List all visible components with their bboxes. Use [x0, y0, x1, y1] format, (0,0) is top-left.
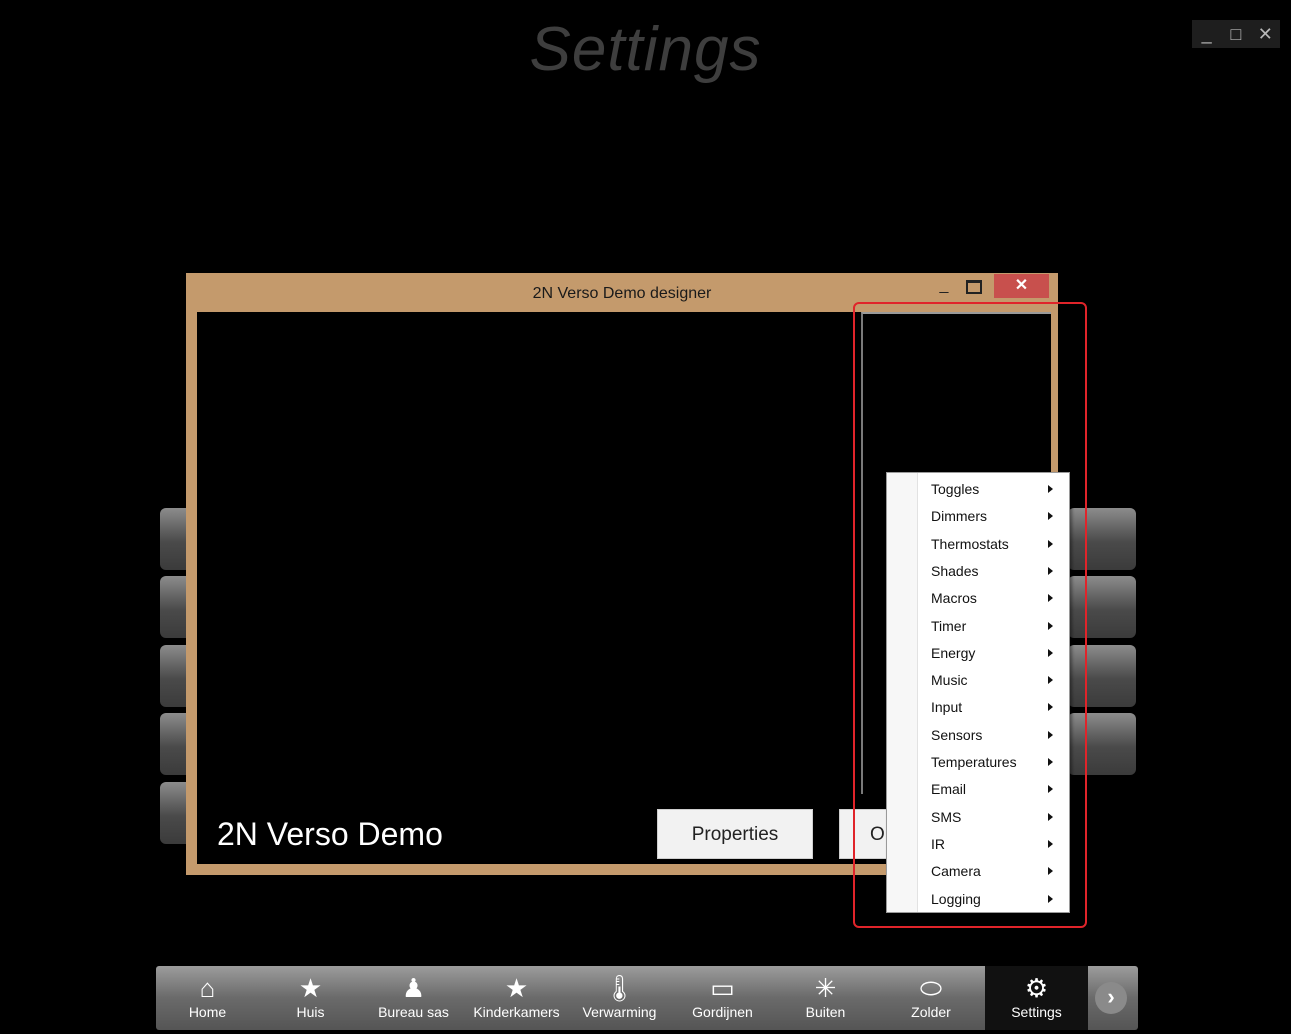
menu-item-toggles[interactable]: Toggles [887, 476, 1069, 503]
menu-item-email[interactable]: Email [887, 776, 1069, 803]
menu-item-label: Thermostats [931, 535, 1009, 552]
app-window: Settings _ □ ✕ 2N Verso Demo designer _ … [0, 0, 1291, 1034]
nav-item-buiten[interactable]: ✳ Buiten [774, 966, 877, 1030]
star-icon: ★ [504, 973, 529, 1003]
house-icon: ⌂ [199, 973, 216, 1003]
menu-item-camera[interactable]: Camera [887, 858, 1069, 885]
dialog-minimize-button[interactable]: _ [934, 277, 954, 297]
submenu-arrow-icon [1048, 703, 1053, 712]
nav-item-kinderkamers[interactable]: ★ Kinderkamers [465, 966, 568, 1030]
menu-item-shades[interactable]: Shades [887, 558, 1069, 585]
submenu-arrow-icon [1048, 839, 1053, 848]
nav-item-home[interactable]: ⌂ Home [156, 966, 259, 1030]
menu-item-label: Timer [931, 617, 967, 634]
nav-item-zolder[interactable]: ⬭ Zolder [877, 966, 985, 1030]
nav-item-settings[interactable]: ⚙ Settings [985, 966, 1088, 1030]
dialog-maximize-button[interactable] [966, 280, 982, 294]
menu-item-label: Input [931, 699, 963, 716]
menu-item-music[interactable]: Music [887, 667, 1069, 694]
submenu-arrow-icon [1048, 539, 1053, 548]
nav-item-label: Gordijnen [692, 1004, 753, 1020]
submenu-arrow-icon [1048, 566, 1053, 575]
person-icon: ♟ [401, 973, 426, 1003]
submenu-arrow-icon [1048, 594, 1053, 603]
submenu-arrow-icon [1048, 730, 1053, 739]
menu-item-label: Logging [931, 890, 981, 907]
nav-item-label: Zolder [911, 1004, 951, 1020]
menu-item-label: Camera [931, 863, 981, 880]
menu-item-label: Macros [931, 590, 977, 607]
minimize-button[interactable]: _ [1195, 24, 1219, 45]
submenu-arrow-icon [1048, 621, 1053, 630]
close-button[interactable]: ✕ [1253, 24, 1277, 45]
menu-item-sms[interactable]: SMS [887, 804, 1069, 831]
nav-item-huis[interactable]: ★ Huis [259, 966, 362, 1030]
nav-item-label: Huis [296, 1004, 325, 1020]
nav-item-verwarming[interactable]: 🌡 Verwarming [568, 966, 671, 1030]
page-title: Settings [529, 15, 762, 84]
menu-item-label: Email [931, 781, 967, 798]
nav-next-button[interactable]: › [1095, 982, 1127, 1014]
bottom-nav: ⌂ Home ★ Huis ♟ Bureau sas ★ Kinderkamers 🌡 Verwa… [156, 966, 1138, 1030]
menu-item-label: Temperatures [931, 754, 1017, 770]
nav-item-label: Buiten [805, 1004, 846, 1020]
submenu-arrow-icon [1048, 894, 1053, 903]
menu-item-input[interactable]: Input [887, 694, 1069, 721]
device-name: 2N Verso Demo [217, 816, 443, 852]
ellipse-icon: ⬭ [919, 973, 943, 1003]
nav-item-gordijnen[interactable]: ▭ Gordijnen [671, 966, 774, 1030]
menu-item-label: Energy [931, 644, 976, 661]
menu-item-label: Sensors [931, 726, 983, 743]
nav-item-label: Verwarming [582, 1004, 657, 1020]
menu-item-label: SMS [931, 808, 962, 825]
menu-item-logging[interactable]: Logging [887, 886, 1069, 913]
submenu-arrow-icon [1048, 676, 1053, 685]
star-icon: ★ [298, 973, 323, 1003]
sun-icon: ✳ [814, 973, 837, 1003]
menu-item-dimmers[interactable]: Dimmers [887, 503, 1069, 530]
menu-item-temperatures[interactable]: Temperatures [887, 749, 1069, 776]
menu-item-label: Music [931, 672, 968, 689]
nav-item-label: Settings [1011, 1004, 1062, 1020]
submenu-arrow-icon [1048, 867, 1053, 876]
submenu-arrow-icon [1048, 758, 1053, 766]
menu-item-label: Toggles [931, 481, 980, 497]
menu-item-timer[interactable]: Timer [887, 613, 1069, 640]
nav-item-label: Bureau sas [378, 1004, 449, 1020]
menu-item-label: Dimmers [931, 508, 987, 525]
context-menu: Toggles Dimmers Thermostats Shades Macros Tim… [886, 472, 1070, 913]
submenu-arrow-icon [1048, 812, 1053, 821]
submenu-arrow-icon [1048, 485, 1053, 493]
dialog-title: 2N Verso Demo designer [532, 285, 712, 302]
menu-item-label: IR [931, 835, 945, 852]
maximize-button[interactable]: □ [1224, 24, 1248, 45]
submenu-arrow-icon [1048, 648, 1053, 657]
submenu-arrow-icon [1048, 785, 1053, 794]
thermometer-icon: 🌡 [602, 973, 636, 1003]
menu-item-ir[interactable]: IR [887, 831, 1069, 858]
nav-item-label: Kinderkamers [473, 1004, 560, 1020]
menu-item-sensors[interactable]: Sensors [887, 722, 1069, 749]
properties-button[interactable]: Properties [657, 809, 813, 859]
nav-item-label: Home [188, 1004, 227, 1020]
menu-item-label: Shades [931, 562, 979, 579]
gear-icon: ⚙ [1024, 973, 1049, 1003]
menu-item-macros[interactable]: Macros [887, 585, 1069, 612]
window-icon: ▭ [710, 973, 735, 1003]
submenu-arrow-icon [1048, 512, 1053, 521]
menu-item-energy[interactable]: Energy [887, 640, 1069, 667]
menu-item-thermostats[interactable]: Thermostats [887, 531, 1069, 558]
dialog-close-button[interactable]: ✕ [994, 274, 1049, 298]
window-controls: _ □ ✕ [1192, 20, 1280, 48]
nav-item-bureau-sas[interactable]: ♟ Bureau sas [362, 966, 465, 1030]
